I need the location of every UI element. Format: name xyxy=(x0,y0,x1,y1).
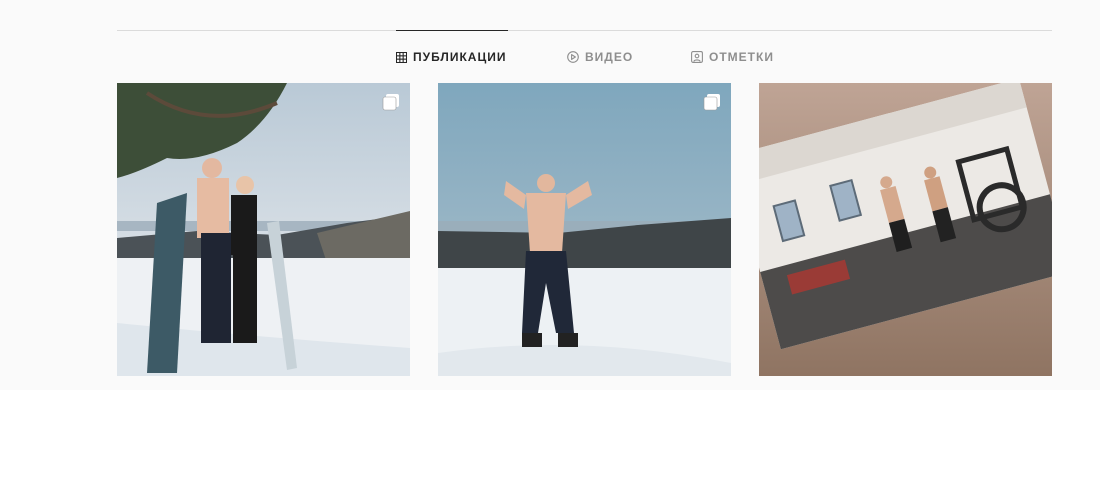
posts-grid xyxy=(117,83,1052,376)
tab-video[interactable]: ВИДЕО xyxy=(567,30,637,83)
carousel-icon xyxy=(703,93,721,111)
grid-icon xyxy=(396,51,407,63)
post-thumbnail[interactable] xyxy=(759,83,1052,376)
post-image-gym-selfie xyxy=(759,83,1052,376)
tagged-portrait-icon xyxy=(691,50,703,63)
tab-posts[interactable]: ПУБЛИКАЦИИ xyxy=(396,30,508,83)
post-thumbnail[interactable] xyxy=(438,83,731,376)
tab-video-label: ВИДЕО xyxy=(585,49,634,64)
carousel-icon xyxy=(382,93,400,111)
post-image-snowboard-couple xyxy=(117,83,410,376)
tab-tagged[interactable]: ОТМЕТКИ xyxy=(691,30,779,83)
post-image-slope-flex xyxy=(438,83,731,376)
tab-posts-label: ПУБЛИКАЦИИ xyxy=(413,50,507,64)
post-thumbnail[interactable] xyxy=(117,83,410,376)
play-circle-icon xyxy=(567,50,579,63)
profile-tabs: ПУБЛИКАЦИИ ВИДЕО ОТМЕТКИ xyxy=(0,30,1100,83)
tab-tagged-label: ОТМЕТКИ xyxy=(709,49,774,64)
